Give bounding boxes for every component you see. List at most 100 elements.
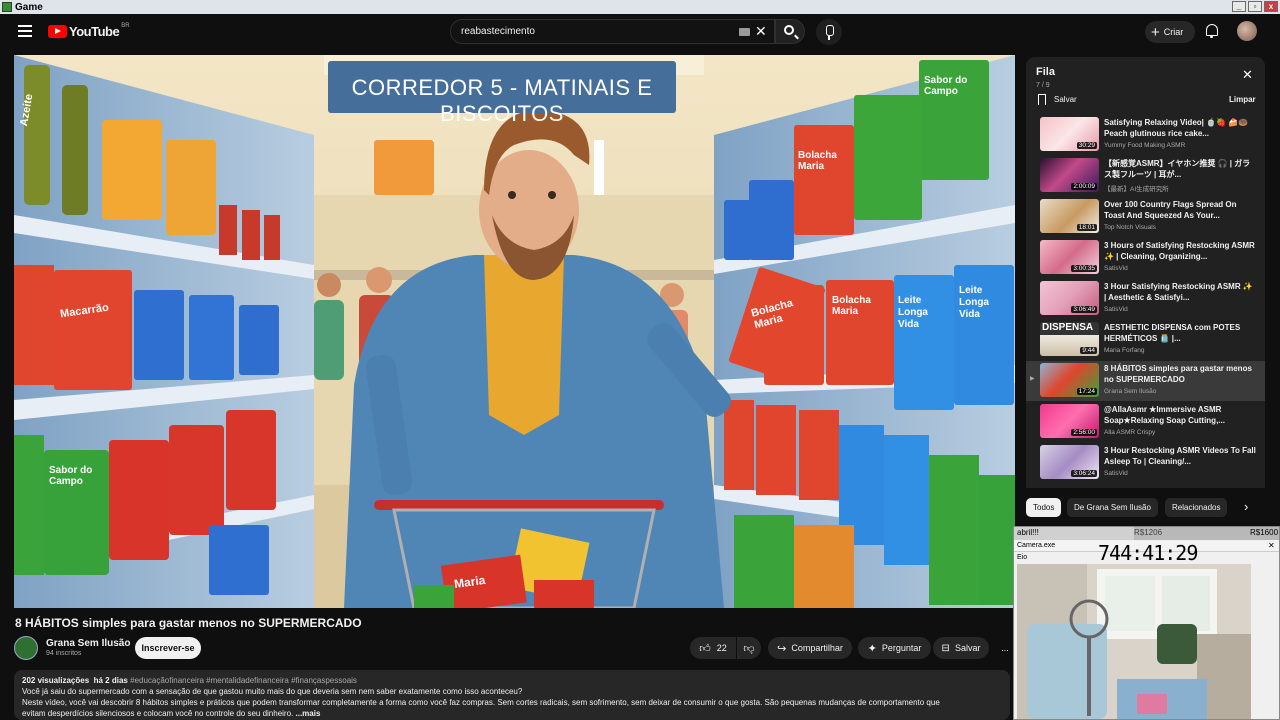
queue-thumbnail: 2:00:09 (1040, 158, 1099, 192)
queue-item-title: 【新感覚ASMR】イヤホン推奨 🎧 | ガラス製フルーツ | 耳が... (1104, 159, 1251, 179)
queue-item[interactable]: DISPENSA 9:44 AESTHETIC DISPENSA com POTE… (1026, 320, 1265, 360)
queue-item-title: @AllaAsmr ★Immersive ASMR Soap★Relaxing … (1104, 405, 1225, 425)
create-button[interactable]: + Criar (1145, 21, 1195, 43)
queue-item-title: Over 100 Country Flags Spread On Toast A… (1104, 200, 1237, 220)
thumbs-up-icon: 👍︎ (699, 642, 711, 655)
queue-save-label: Salvar (1054, 95, 1077, 104)
product-label: Bolacha Maria (798, 150, 837, 172)
search-button[interactable] (775, 19, 805, 44)
queue-panel: Fila 7 / 9 ✕ Salvar Limpar 30:29 Satisfy… (1026, 57, 1265, 488)
queue-thumbnail: 3:00:35 (1040, 240, 1099, 274)
duration-badge: 2:56:00 (1071, 429, 1097, 436)
product-label: Leite Longa Vida (898, 295, 928, 330)
keyboard-icon[interactable] (739, 28, 750, 36)
view-count: 202 visualizações (22, 676, 90, 685)
goal-bar: abril!!! R$1206 R$1600 (1014, 527, 1279, 540)
queue-item[interactable]: 30:29 Satisfying Relaxing Video| 🍵🍓 🍰🍩 P… (1026, 115, 1265, 155)
queue-item[interactable]: 2:00:09 【新感覚ASMR】イヤホン推奨 🎧 | ガラス製フルーツ | 耳… (1026, 156, 1265, 196)
sparkle-icon: ✦ (867, 642, 877, 655)
camera-label: Eio (1017, 554, 1028, 561)
video-frame-illustration (14, 55, 1015, 608)
product-label: Sabor do Campo (924, 75, 968, 97)
chip-all[interactable]: Todos (1026, 498, 1062, 517)
queue-item-channel: Grana Sem Ilusão (1104, 388, 1157, 395)
ask-button[interactable]: ✦ Perguntar (858, 637, 931, 659)
queue-thumbnail: 3:06:49 (1040, 281, 1099, 315)
queue-save-button[interactable]: Salvar (1038, 94, 1077, 105)
close-icon[interactable]: ✕ (1242, 67, 1253, 83)
mic-icon[interactable] (816, 19, 842, 45)
stream-timer: 744:41:29 (1098, 541, 1198, 565)
product-label: Leite Longa Vida (959, 285, 989, 320)
share-button[interactable]: ↪ Compartilhar (768, 637, 852, 659)
search-input[interactable]: reabastecimento (461, 26, 535, 37)
queue-item[interactable]: 2:56:00 @AllaAsmr ★Immersive ASMR Soap★R… (1026, 402, 1265, 442)
dislike-button[interactable]: 👎︎ (737, 637, 761, 659)
show-more-link[interactable]: ...mais (296, 709, 321, 718)
duration-badge: 3:06:49 (1071, 306, 1097, 313)
description-line: Você já saiu do supermercado com a sensa… (22, 687, 523, 696)
queue-item[interactable]: 3:06:24 3 Hour Restocking ASMR Videos To… (1026, 443, 1265, 483)
queue-item-channel: Alla ASMR Crispy (1104, 429, 1156, 436)
queue-item-channel: Yummy Food Making ASMR (1104, 142, 1186, 149)
queue-item-title: 3 Hour Satisfying Restocking ASMR ✨ | Ae… (1104, 282, 1253, 302)
queue-item-title: 3 Hour Restocking ASMR Videos To Fall As… (1104, 446, 1256, 466)
logo-text: YouTube (69, 24, 120, 39)
camera-overlay: abril!!! R$1206 R$1600 Camera.exe ✕ 744:… (1013, 526, 1280, 720)
app-icon (2, 2, 12, 12)
queue-item-channel: SatisVid (1104, 306, 1128, 313)
close-window-icon[interactable]: x (1264, 1, 1278, 12)
queue-thumbnail: 18:01 (1040, 199, 1099, 233)
share-label: Compartilhar (791, 643, 843, 653)
product-label: Bolacha Maria (832, 295, 871, 317)
chip-channel[interactable]: De Grana Sem Ilusão (1067, 498, 1158, 517)
channel-name[interactable]: Grana Sem Ilusão (46, 638, 130, 649)
webcam-feed (1017, 564, 1251, 719)
minimize-icon[interactable]: _ (1232, 1, 1246, 12)
queue-item[interactable]: 3:06:49 3 Hour Satisfying Restocking ASM… (1026, 279, 1265, 319)
share-icon: ↪ (777, 642, 787, 655)
queue-item[interactable]: 3:00:35 3 Hours of Satisfying Restocking… (1026, 238, 1265, 278)
related-chips: Todos De Grana Sem Ilusão Relacionados › (1026, 498, 1265, 518)
thumbs-down-icon: 👎︎ (743, 642, 755, 655)
product-label: Sabor do Campo (49, 465, 93, 487)
queue-item-channel: Top Notch Visuals (1104, 224, 1156, 231)
queue-clear-button[interactable]: Limpar (1229, 95, 1256, 104)
hashtags[interactable]: #educaçãofinanceira #mentalidadefinancei… (130, 676, 357, 685)
masthead: YouTube BR reabastecimento ✕ + Criar (0, 14, 1280, 50)
queue-item-current[interactable]: ▶ 17:24 8 HÁBITOS simples para gastar me… (1026, 361, 1265, 401)
subscribe-button[interactable]: Inscrever-se (135, 637, 201, 659)
menu-icon[interactable] (18, 25, 32, 37)
youtube-logo[interactable]: YouTube BR (48, 23, 130, 39)
camera-close-icon[interactable]: ✕ (1268, 541, 1275, 550)
upload-age: há 2 dias (93, 676, 128, 685)
video-title: 8 HÁBITOS simples para gastar menos no S… (15, 616, 362, 630)
like-button[interactable]: 👍︎ 22 (690, 637, 736, 659)
queue-item-channel: SatisVid (1104, 470, 1128, 477)
chip-related[interactable]: Relacionados (1165, 498, 1228, 517)
video-player[interactable]: Azeite Macarrão Bolacha Maria Bolacha Ma… (14, 55, 1015, 608)
queue-item-title: 8 HÁBITOS simples para gastar menos no S… (1104, 364, 1252, 384)
now-playing-icon: ▶ (1030, 376, 1035, 382)
ask-label: Perguntar (881, 643, 922, 653)
channel-avatar[interactable] (14, 636, 38, 660)
queue-item-channel: SatisVid (1104, 265, 1128, 272)
queue-item[interactable]: 18:01 Over 100 Country Flags Spread On T… (1026, 197, 1265, 237)
maximize-icon[interactable]: ▫ (1248, 1, 1262, 12)
save-button[interactable]: ⊟ Salvar (933, 637, 989, 659)
queue-item-channel: 【最新】AI生成研究所 (1104, 186, 1169, 193)
subscriber-count: 94 inscritos (46, 650, 82, 657)
description-box[interactable]: 202 visualizações há 2 dias #educaçãofin… (14, 670, 1010, 720)
duration-badge: 9:44 (1080, 347, 1097, 354)
clear-icon[interactable]: ✕ (755, 23, 767, 40)
bell-icon[interactable] (1206, 24, 1218, 38)
thumbnail-text: DISPENSA (1042, 322, 1094, 333)
plus-icon: + (1151, 23, 1160, 41)
search-icon (784, 25, 794, 35)
search-box[interactable]: reabastecimento ✕ (450, 19, 775, 44)
duration-badge: 3:06:24 (1071, 470, 1097, 477)
avatar[interactable] (1237, 21, 1257, 41)
webcam-image (1017, 564, 1251, 719)
chevron-right-icon[interactable]: › (1244, 499, 1248, 514)
goal-target: R$1600 (1250, 528, 1279, 537)
